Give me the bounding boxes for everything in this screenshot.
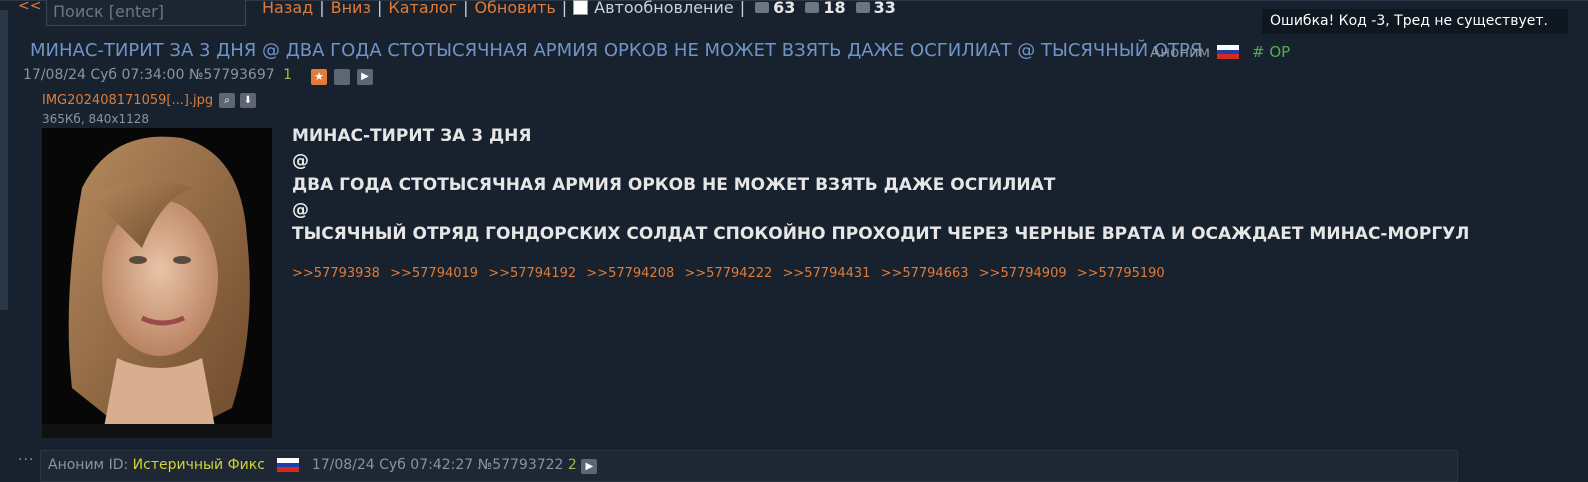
post-body: МИНАС-ТИРИТ ЗА 3 ДНЯ @ ДВА ГОДА СТОТЫСЯЧ… <box>292 124 1469 247</box>
nav-separator: | <box>561 0 568 17</box>
next-post-number[interactable]: №57793722 <box>478 457 564 473</box>
next-post-poster: Аноним <box>48 457 105 473</box>
error-notification: Ошибка! Код -3, Тред не существует. <box>1262 9 1568 34</box>
reply-link[interactable]: >>57794222 <box>684 266 772 281</box>
download-icon[interactable]: ⬇ <box>240 93 256 108</box>
next-post-index: 2 <box>567 457 577 473</box>
post-body-line: ТЫСЯЧНЫЙ ОТРЯД ГОНДОРСКИХ СОЛДАТ СПОКОЙН… <box>292 224 1470 244</box>
auto-refresh-checkbox[interactable] <box>573 0 589 15</box>
post-body-line: @ <box>292 199 309 220</box>
file-info: 365Кб, 840x1128 <box>42 112 149 126</box>
reply-link[interactable]: >>57794019 <box>390 266 478 281</box>
back-arrow-link[interactable]: << <box>18 0 41 14</box>
star-icon[interactable]: ★ <box>311 69 327 85</box>
next-post-id-label: ID: <box>108 457 129 473</box>
next-post-id-name: Истеричный Фикс <box>132 457 265 473</box>
reply-link[interactable]: >>57794192 <box>488 266 576 281</box>
nav-separator: | <box>376 0 383 17</box>
reply-link[interactable]: >>57795190 <box>1077 266 1165 281</box>
reply-link[interactable]: >>57794663 <box>881 266 969 281</box>
nav-down-link[interactable]: Вниз <box>331 0 371 17</box>
users-icon <box>855 2 870 13</box>
next-post-meta: Аноним ID: Истеричный Фикс 17/08/24 Суб … <box>48 457 598 474</box>
post-body-line: МИНАС-ТИРИТ ЗА 3 ДНЯ <box>292 126 532 146</box>
post-menu-icon[interactable]: ··· <box>18 452 34 468</box>
reply-link[interactable]: >>57794431 <box>782 266 870 281</box>
nav-separator: | <box>319 0 325 17</box>
left-scroll-bar[interactable] <box>0 10 8 310</box>
image-icon <box>805 2 820 13</box>
reply-link[interactable]: >>57794909 <box>979 266 1067 281</box>
flag-ru-icon <box>1217 45 1239 59</box>
play-icon[interactable]: ▶ <box>357 69 373 85</box>
comment-icon <box>755 2 770 13</box>
op-tag: # OP <box>1252 43 1291 61</box>
post-number[interactable]: №57793697 <box>189 67 275 83</box>
poster-name: Аноним <box>1150 43 1211 61</box>
play-icon[interactable]: ▶ <box>581 459 598 474</box>
post-meta: 17/08/24 Суб 07:34:00 №57793697 1 <box>23 67 292 83</box>
nav-back-link[interactable]: Назад <box>262 0 313 17</box>
nav-separator: | <box>463 0 469 17</box>
nav-catalog-link[interactable]: Каталог <box>388 0 457 17</box>
image-count: 18 <box>823 0 846 17</box>
reply-links: >>57793938 >>57794019 >>57794192 >>57794… <box>292 266 1171 281</box>
post-index: 1 <box>283 67 293 83</box>
file-name-link[interactable]: IMG202408171059[...].jpg <box>42 93 213 108</box>
flag-ru-icon <box>277 458 300 472</box>
nav-separator: | <box>739 0 746 17</box>
poster-count: 33 <box>873 0 896 17</box>
post-body-line: @ <box>292 150 309 171</box>
search-input[interactable]: Поиск [enter] <box>46 0 246 26</box>
search-icon[interactable]: ⌕ <box>219 93 235 108</box>
auto-refresh-label[interactable]: Автообновление <box>594 0 734 17</box>
nav-refresh-link[interactable]: Обновить <box>474 0 555 17</box>
next-post-datetime: 17/08/24 Суб 07:42:27 <box>311 457 474 473</box>
post-datetime: 17/08/24 Суб 07:34:00 <box>23 67 185 83</box>
thread-title: МИНАС-ТИРИТ ЗА 3 ДНЯ @ ДВА ГОДА СТОТЫСЯЧ… <box>30 40 1203 61</box>
post-image-thumbnail[interactable] <box>42 128 272 438</box>
reply-link[interactable]: >>57794208 <box>586 266 674 281</box>
nav-bar: Назад | Вниз | Каталог | Обновить | Авто… <box>262 0 902 17</box>
post-body-line: ДВА ГОДА СТОТЫСЯЧНАЯ АРМИЯ ОРКОВ НЕ МОЖЕ… <box>292 175 1056 195</box>
reply-link[interactable]: >>57793938 <box>292 266 380 281</box>
hide-icon[interactable] <box>334 69 350 85</box>
post-count: 63 <box>773 0 796 17</box>
